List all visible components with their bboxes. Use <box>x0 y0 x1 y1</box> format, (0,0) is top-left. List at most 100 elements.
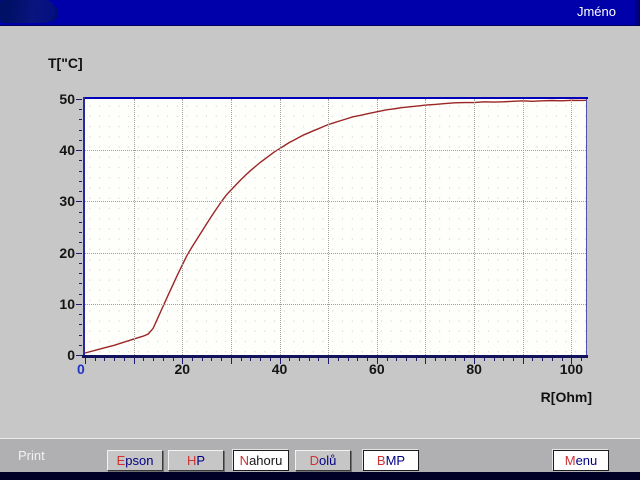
statusbar: Print Epson HP Nahoru Dolů BMP Menu <box>0 439 640 472</box>
x-axis-tick <box>202 358 203 361</box>
x-axis-tick <box>309 358 310 361</box>
x-axis-tick <box>173 358 174 361</box>
menu-button-label: enu <box>576 453 598 468</box>
x-axis-title: R[Ohm] <box>430 389 592 405</box>
y-tick-label: 20 <box>37 245 75 261</box>
hp-button[interactable]: HP <box>168 450 224 471</box>
x-tick-label: 100 <box>560 361 583 377</box>
titlebar-logo-blob <box>0 0 55 23</box>
y-axis-tick <box>79 314 82 315</box>
x-axis-tick <box>542 358 543 361</box>
y-tick-label: 50 <box>37 91 75 107</box>
x-axis-tick <box>289 358 290 361</box>
y-axis-tick <box>79 181 82 182</box>
y-tick-label: 40 <box>37 142 75 158</box>
x-axis-tick <box>523 358 524 364</box>
titlebar-edge-shade <box>635 0 640 25</box>
y-axis-tick <box>79 130 82 131</box>
x-axis-tick <box>153 358 154 361</box>
nahoru-button-hotkey: N <box>240 453 249 468</box>
bmp-button-hotkey: B <box>377 453 386 468</box>
x-axis-tick <box>143 358 144 361</box>
window-title: Jméno <box>577 4 616 19</box>
x-axis-tick <box>455 358 456 361</box>
gridline-vertical <box>377 99 378 355</box>
x-axis-tick <box>124 358 125 361</box>
y-axis-tick <box>79 273 82 274</box>
dolu-button-hotkey: D <box>310 453 319 468</box>
gridline-vertical <box>231 99 232 355</box>
x-axis-tick <box>406 358 407 361</box>
x-axis-tick <box>494 358 495 361</box>
x-axis-tick <box>95 358 96 361</box>
x-axis-tick <box>299 358 300 361</box>
x-axis-tick <box>464 358 465 361</box>
gridline-vertical <box>134 99 135 355</box>
temperature-curve <box>85 99 586 355</box>
nahoru-button[interactable]: Nahoru <box>233 450 289 471</box>
y-axis-tick <box>79 109 82 110</box>
gridline-vertical <box>474 99 475 355</box>
gridline-vertical <box>425 99 426 355</box>
plot-area: 20406080100504030201000 <box>85 99 586 355</box>
x-axis-tick <box>367 358 368 361</box>
gridline-vertical <box>280 99 281 355</box>
y-axis-tick <box>79 212 82 213</box>
x-axis-tick <box>231 358 232 364</box>
y-axis-tick <box>79 345 82 346</box>
nahoru-button-label: ahoru <box>249 453 282 468</box>
gridline-horizontal <box>85 253 586 254</box>
y-axis-tick <box>79 222 82 223</box>
x-axis-tick <box>348 358 349 361</box>
bottom-strip <box>0 472 640 480</box>
y-axis-tick <box>76 99 82 100</box>
hp-button-label: P <box>196 453 205 468</box>
print-label: Print <box>18 448 45 463</box>
y-axis-tick <box>79 335 82 336</box>
plot-border-top <box>83 97 588 99</box>
x-axis-tick <box>503 358 504 361</box>
x-axis-tick <box>270 358 271 361</box>
y-tick-label: 0 <box>37 347 75 363</box>
dolu-button-label: olů <box>319 453 336 468</box>
menu-button-hotkey: M <box>565 453 576 468</box>
dolu-button[interactable]: Dolů <box>295 450 351 471</box>
y-axis-tick <box>79 283 82 284</box>
chart-workspace: T["C] 20406080100504030201000 R[Ohm] <box>0 26 640 438</box>
x-axis-tick <box>211 358 212 361</box>
x-axis-tick <box>532 358 533 361</box>
x-axis-tick <box>104 358 105 361</box>
bmp-button[interactable]: BMP <box>363 450 419 471</box>
titlebar: Jméno <box>0 0 640 26</box>
x-tick-label: 60 <box>369 361 385 377</box>
y-axis-tick <box>76 304 82 305</box>
menu-button[interactable]: Menu <box>553 450 609 471</box>
x-axis-tick <box>163 358 164 361</box>
x-tick-label: 40 <box>272 361 288 377</box>
x-axis-tick <box>387 358 388 361</box>
y-axis-tick <box>76 201 82 202</box>
x-axis-tick <box>435 358 436 361</box>
y-axis-tick <box>79 191 82 192</box>
y-axis-tick <box>79 324 82 325</box>
y-axis-tick <box>79 232 82 233</box>
x-axis-tick <box>241 358 242 361</box>
gridline-vertical <box>328 99 329 355</box>
x-axis-tick <box>260 358 261 361</box>
bmp-button-label: MP <box>386 453 406 468</box>
x-axis-tick <box>221 358 222 361</box>
x-axis-tick <box>134 358 135 364</box>
y-axis-tick <box>76 253 82 254</box>
y-axis-tick <box>76 150 82 151</box>
x-tick-label: 20 <box>174 361 190 377</box>
x-axis-tick <box>445 358 446 361</box>
x-axis-tick <box>484 358 485 361</box>
x-axis-tick <box>192 358 193 361</box>
y-axis-tick <box>79 160 82 161</box>
epson-button[interactable]: Epson <box>107 450 163 471</box>
plot-border-right <box>586 99 587 355</box>
y-axis-tick <box>79 171 82 172</box>
epson-button-hotkey: E <box>117 453 126 468</box>
y-axis-tick <box>79 294 82 295</box>
gridline-horizontal <box>85 150 586 151</box>
